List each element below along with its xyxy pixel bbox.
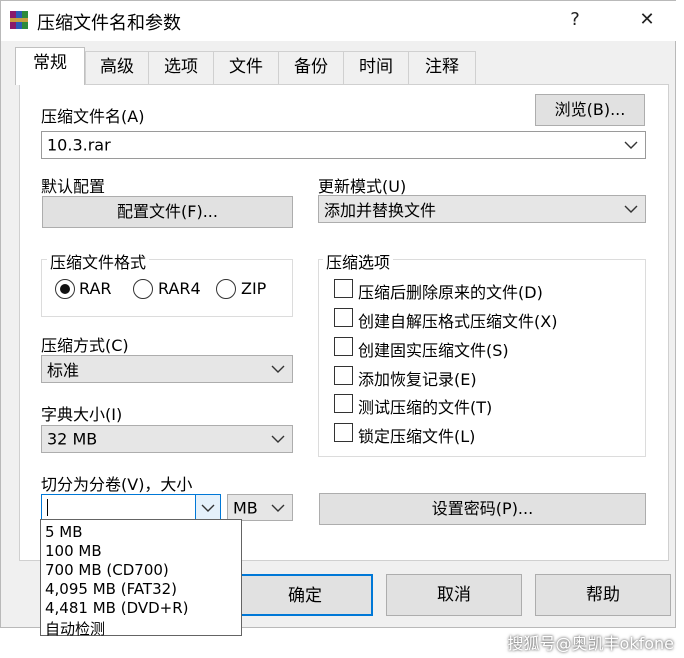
- archive-options-title: 压缩选项: [323, 249, 394, 273]
- profile-button-label: 配置文件(F)...: [117, 202, 218, 221]
- tab-options[interactable]: 选项: [148, 51, 214, 84]
- chevron-down-icon: [624, 205, 638, 213]
- checkbox-delete-after[interactable]: [334, 279, 353, 298]
- split-size-input[interactable]: [41, 494, 221, 521]
- split-size-dropdown-list: 5 MB 100 MB 700 MB (CD700) 4,095 MB (FAT…: [40, 519, 242, 639]
- radio-rar[interactable]: [55, 279, 75, 299]
- close-button[interactable]: ✕: [631, 5, 663, 35]
- archive-name-combo[interactable]: 10.3.rar: [41, 131, 646, 159]
- title-bar: 压缩文件名和参数 ? ✕: [1, 1, 677, 41]
- radio-rar4[interactable]: [133, 279, 153, 299]
- tab-time[interactable]: 时间: [343, 51, 409, 84]
- help-title-button[interactable]: ?: [559, 5, 591, 35]
- dropdown-option[interactable]: 自动检测: [45, 618, 105, 639]
- dropdown-option[interactable]: 100 MB: [45, 542, 102, 560]
- radio-rar-label: RAR: [79, 279, 112, 298]
- chevron-down-icon: [271, 365, 285, 373]
- radio-rar4-label: RAR4: [158, 279, 201, 298]
- compression-method-value: 标准: [47, 361, 80, 380]
- help-button[interactable]: 帮助: [535, 574, 671, 616]
- window-title: 压缩文件名和参数: [37, 13, 181, 34]
- dropdown-option[interactable]: 4,095 MB (FAT32): [45, 580, 177, 598]
- dropdown-option[interactable]: 5 MB: [45, 523, 83, 541]
- archive-name-label: 压缩文件名(A): [41, 107, 145, 126]
- checkbox-test-files[interactable]: [334, 394, 353, 413]
- browse-button-label: 浏览(B)...: [554, 100, 626, 119]
- checkbox-delete-after-label: 压缩后删除原来的文件(D): [358, 283, 543, 302]
- archive-format-title: 压缩文件格式: [47, 249, 150, 273]
- set-password-button[interactable]: 设置密码(P)...: [319, 493, 646, 525]
- tab-advanced[interactable]: 高级: [85, 51, 149, 84]
- chevron-down-icon: [271, 435, 285, 443]
- text-caret: [47, 499, 48, 516]
- split-size-dropdown-button[interactable]: [195, 494, 221, 521]
- set-password-button-label: 设置密码(P)...: [431, 499, 534, 518]
- radio-zip[interactable]: [216, 279, 236, 299]
- dictionary-size-label: 字典大小(I): [41, 405, 123, 424]
- checkbox-recovery-record-label: 添加恢复记录(E): [358, 370, 477, 389]
- winrar-app-icon: [10, 11, 28, 29]
- archive-name-value: 10.3.rar: [47, 135, 111, 155]
- compression-method-select[interactable]: 标准: [41, 355, 293, 383]
- dictionary-size-value: 32 MB: [47, 429, 98, 449]
- compression-method-label: 压缩方式(C): [41, 336, 129, 355]
- split-volumes-label: 切分为分卷(V)，大小: [41, 475, 193, 494]
- watermark: 搜狐号@奥凯丰okfone: [507, 634, 674, 653]
- profile-label: 默认配置: [41, 177, 106, 196]
- dictionary-size-select[interactable]: 32 MB: [41, 425, 293, 453]
- radio-zip-label: ZIP: [241, 279, 267, 298]
- update-mode-label: 更新模式(U): [318, 177, 407, 196]
- dropdown-option[interactable]: 4,481 MB (DVD+R): [45, 599, 189, 617]
- tab-files[interactable]: 文件: [213, 51, 279, 84]
- chevron-down-icon: [624, 141, 638, 149]
- checkbox-solid[interactable]: [334, 337, 353, 356]
- checkbox-sfx-label: 创建自解压格式压缩文件(X): [358, 312, 558, 331]
- checkbox-test-files-label: 测试压缩的文件(T): [358, 398, 493, 417]
- chevron-down-icon: [271, 504, 285, 512]
- cancel-button[interactable]: 取消: [386, 574, 522, 616]
- dropdown-option[interactable]: 700 MB (CD700): [45, 561, 169, 579]
- checkbox-solid-label: 创建固实压缩文件(S): [358, 341, 509, 360]
- update-mode-value: 添加并替换文件: [324, 201, 437, 220]
- chevron-down-icon: [201, 504, 215, 512]
- ok-button[interactable]: 确定: [237, 574, 373, 616]
- checkbox-recovery-record[interactable]: [334, 366, 353, 385]
- browse-button[interactable]: 浏览(B)...: [535, 94, 645, 126]
- split-unit-select[interactable]: MB: [227, 494, 293, 521]
- checkbox-lock-archive[interactable]: [334, 423, 353, 442]
- profile-button[interactable]: 配置文件(F)...: [42, 196, 293, 228]
- tab-general[interactable]: 常规: [15, 47, 85, 85]
- screenshot: 压缩文件名和参数 ? ✕ 常规 高级 选项 文件 备份 时间 注释 压缩文件名(…: [0, 0, 684, 658]
- checkbox-sfx[interactable]: [334, 308, 353, 327]
- checkbox-lock-archive-label: 锁定压缩文件(L): [358, 427, 476, 446]
- tab-backup[interactable]: 备份: [278, 51, 344, 84]
- tab-comment[interactable]: 注释: [408, 51, 476, 84]
- split-unit-value: MB: [233, 498, 258, 517]
- update-mode-select[interactable]: 添加并替换文件: [318, 195, 646, 223]
